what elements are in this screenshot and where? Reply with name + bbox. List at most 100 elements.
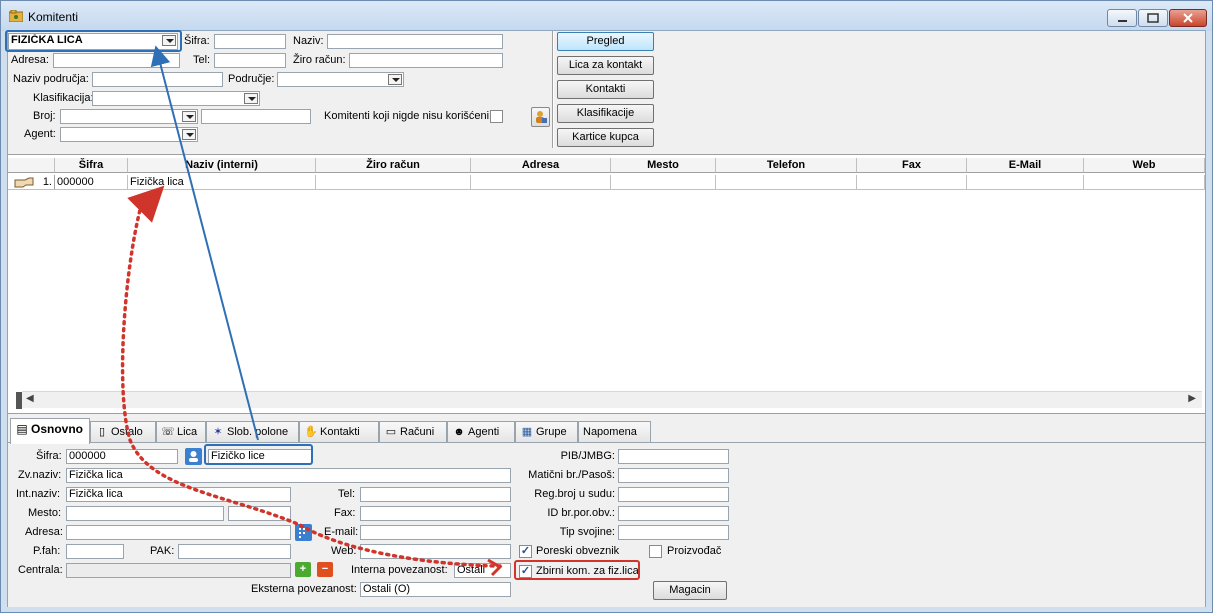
pak-input[interactable] — [178, 544, 291, 559]
klasifikacija-label: Klasifikacija: — [33, 92, 94, 104]
cell-email[interactable] — [967, 175, 1084, 190]
minimize-button[interactable] — [1107, 9, 1137, 27]
web-input[interactable] — [360, 544, 511, 559]
tab-napomena[interactable]: Napomena — [578, 421, 651, 443]
column-header-ziro[interactable]: Žiro račun — [316, 158, 471, 173]
chevron-down-icon — [182, 111, 196, 122]
fizicko-lice-input[interactable]: Fizičko lice — [208, 449, 312, 464]
pregled-button[interactable]: Pregled — [557, 32, 654, 51]
zv-naziv-label: Zv.naziv: — [18, 469, 62, 481]
adresa-input[interactable] — [66, 525, 291, 540]
minus-icon: − — [321, 563, 329, 575]
centrala-label: Centrala: — [18, 564, 63, 576]
pointing-hand-icon — [14, 177, 34, 188]
tab-osnovno[interactable]: ▤ Osnovno — [10, 418, 90, 444]
column-header-mesto[interactable]: Mesto — [611, 158, 716, 173]
person-icon — [189, 451, 198, 462]
table-row-indicator[interactable]: 1. — [8, 175, 55, 190]
kontakti-button[interactable]: Kontakti — [557, 80, 654, 99]
tab-grupe[interactable]: ▦ Grupe — [515, 421, 578, 443]
magacin-button[interactable]: Magacin — [653, 581, 727, 600]
naziv-filter-input[interactable] — [327, 34, 503, 49]
broj-label: Broj: — [33, 110, 56, 122]
column-header-telefon[interactable]: Telefon — [716, 158, 857, 173]
klasifikacija-select[interactable] — [92, 91, 260, 106]
cell-telefon[interactable] — [716, 175, 857, 190]
id-br-input[interactable] — [618, 506, 729, 521]
mesto-input[interactable] — [66, 506, 224, 521]
column-header-naziv[interactable]: Naziv (interni) — [128, 158, 316, 173]
column-header-fax[interactable]: Fax — [857, 158, 967, 173]
eksterna-povezanost-input[interactable]: Ostali (O) — [360, 582, 511, 597]
adresa-filter-input[interactable] — [53, 53, 180, 68]
unused-komitenti-checkbox[interactable] — [490, 110, 503, 123]
cell-mesto[interactable] — [611, 175, 716, 190]
column-header-email[interactable]: E-Mail — [967, 158, 1084, 173]
reg-broj-input[interactable] — [618, 487, 729, 502]
proizvodjac-label: Proizvođač — [667, 545, 722, 557]
tel-input[interactable] — [360, 487, 511, 502]
cell-naziv[interactable]: Fizička lica — [128, 175, 316, 190]
ziro-filter-input[interactable] — [349, 53, 503, 68]
tab-racuni[interactable]: ▭ Računi — [379, 421, 447, 443]
tel-label: Tel: — [338, 488, 356, 500]
column-header-adresa[interactable]: Adresa — [471, 158, 611, 173]
add-button[interactable]: + — [295, 562, 311, 577]
scroll-right-icon[interactable]: ▶ — [1188, 393, 1196, 404]
kartice-kupca-button[interactable]: Kartice kupca — [557, 128, 654, 147]
maximize-button[interactable] — [1138, 9, 1168, 27]
horizontal-scrollbar[interactable]: ◀ ▶ — [22, 391, 1202, 408]
komitent-type-select[interactable]: FIZIČKA LICA — [8, 33, 178, 50]
interna-povezanost-select[interactable]: Ostali — [454, 563, 511, 578]
eksterna-povezanost-label: Eksterna povezanost: — [251, 583, 357, 595]
cell-adresa[interactable] — [471, 175, 611, 190]
person-search-button[interactable] — [531, 107, 550, 127]
cell-web[interactable] — [1084, 175, 1205, 190]
address-lookup-button[interactable] — [295, 524, 312, 541]
column-header-web[interactable]: Web — [1084, 158, 1205, 173]
remove-button[interactable]: − — [317, 562, 333, 577]
zv-naziv-input[interactable]: Fizička lica — [66, 468, 511, 483]
tab-slob-polone[interactable]: ✶ Slob. polone — [206, 421, 299, 443]
person-icon-button[interactable] — [185, 448, 202, 465]
naziv-podrucja-input[interactable] — [92, 72, 223, 87]
scroll-left-icon[interactable]: ◀ — [26, 393, 34, 404]
tab-lica[interactable]: ☏ Lica — [156, 421, 206, 443]
pfah-input[interactable] — [66, 544, 124, 559]
int-naziv-input[interactable]: Fizička lica — [66, 487, 291, 502]
tip-svojine-input[interactable] — [618, 525, 729, 540]
document-icon: ▯ — [98, 426, 106, 438]
tab-grupe-label: Grupe — [536, 426, 567, 438]
zbirni-kom-checkbox[interactable]: ✓ — [519, 565, 532, 578]
cell-ziro[interactable] — [316, 175, 471, 190]
cell-sifra[interactable]: 000000 — [55, 175, 128, 190]
tab-kontakti[interactable]: ✋ Kontakti — [299, 421, 379, 443]
proizvodjac-checkbox[interactable] — [649, 545, 662, 558]
chevron-down-icon — [162, 35, 176, 46]
tab-agenti[interactable]: ☻ Agenti — [447, 421, 515, 443]
poreski-obveznik-checkbox[interactable]: ✓ — [519, 545, 532, 558]
fax-input[interactable] — [360, 506, 511, 521]
centrala-input[interactable] — [66, 563, 291, 578]
tel-filter-input[interactable] — [214, 53, 286, 68]
reg-broj-label: Reg.broj u sudu: — [534, 488, 615, 500]
sifra-input[interactable]: 000000 — [66, 449, 178, 464]
table-icon: ▤ — [16, 422, 28, 436]
mesto-input-secondary[interactable] — [228, 506, 291, 521]
podrucje-select[interactable] — [277, 72, 404, 87]
maticni-input[interactable] — [618, 468, 729, 483]
komitenti-grid[interactable]: Šifra Naziv (interni) Žiro račun Adresa … — [8, 154, 1205, 414]
email-input[interactable] — [360, 525, 511, 540]
cell-fax[interactable] — [857, 175, 967, 190]
phone-icon: ☏ — [161, 426, 175, 438]
broj-select[interactable] — [60, 109, 198, 124]
column-header-sifra[interactable]: Šifra — [55, 158, 128, 173]
close-button[interactable] — [1169, 9, 1207, 27]
tab-ostalo[interactable]: ▯ Ostalo — [90, 421, 156, 443]
lica-za-kontakt-button[interactable]: Lica za kontakt — [557, 56, 654, 75]
agent-select[interactable] — [60, 127, 198, 142]
pib-input[interactable] — [618, 449, 729, 464]
sifra-filter-input[interactable] — [214, 34, 286, 49]
broj-input[interactable] — [201, 109, 311, 124]
klasifikacije-button[interactable]: Klasifikacije — [557, 104, 654, 123]
